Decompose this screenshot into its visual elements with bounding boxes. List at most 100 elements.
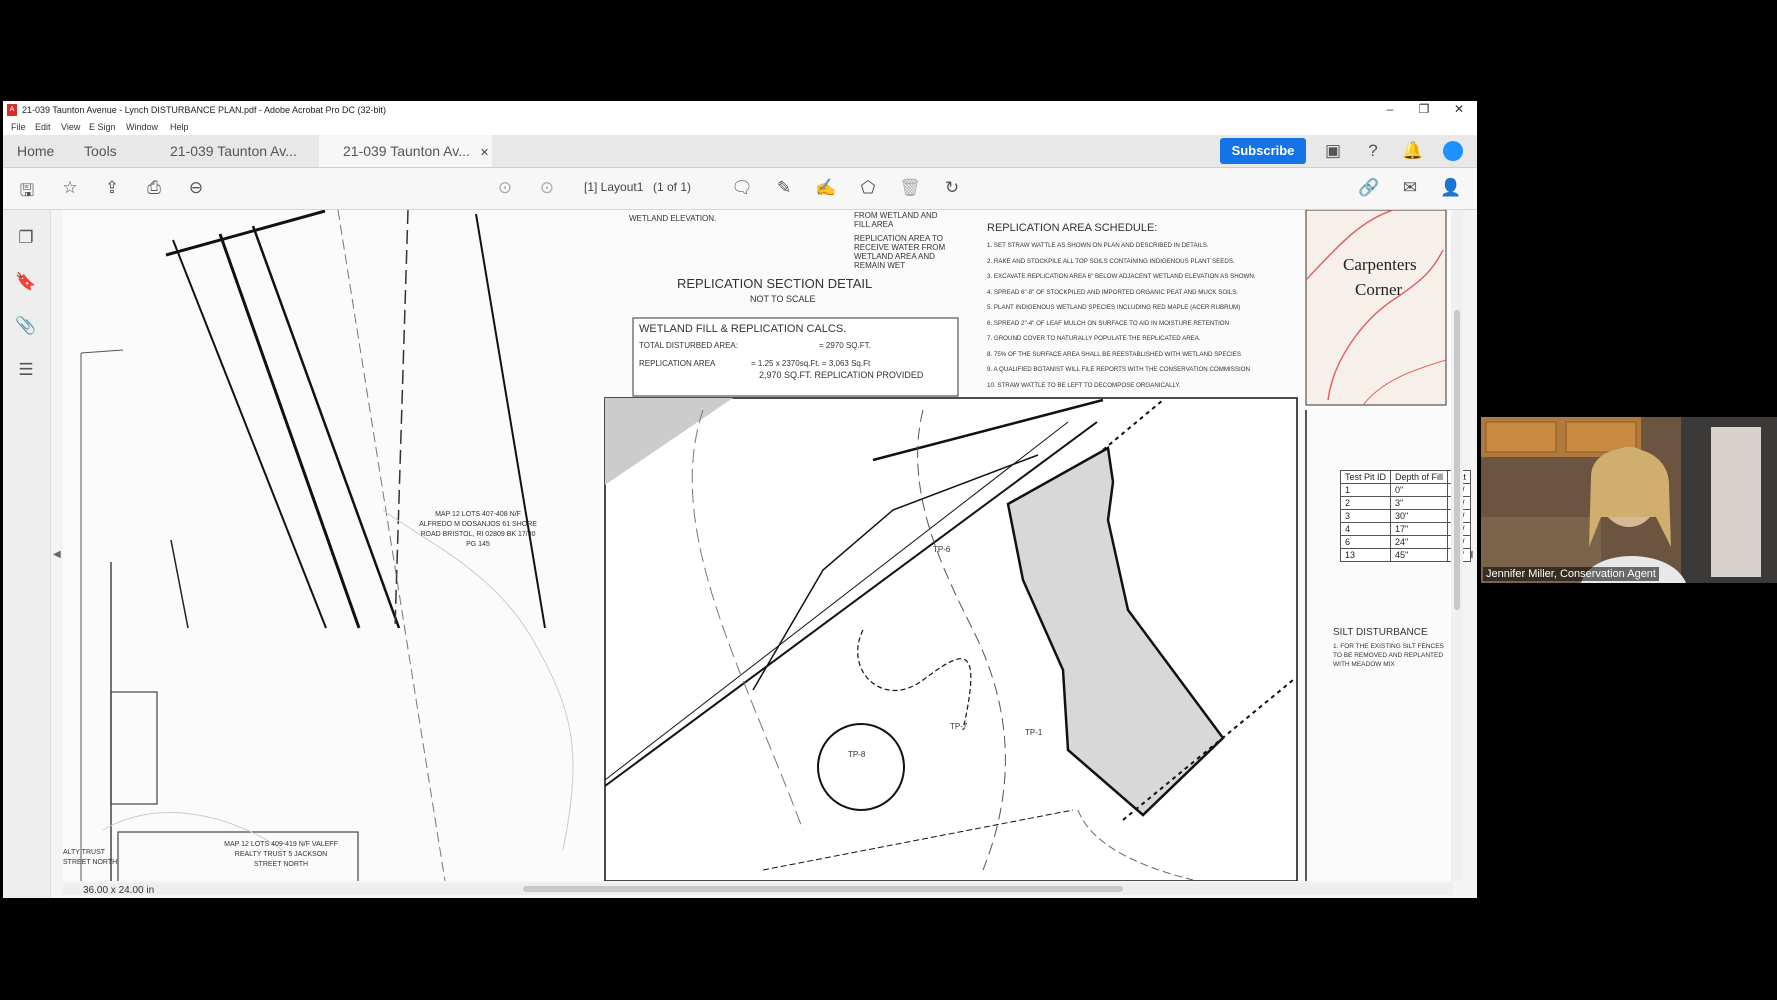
schedule-line: 2. RAKE AND STOCKPILE ALL TOP SOILS CONT… xyxy=(987,257,1235,265)
table-cell: 30" xyxy=(1390,509,1449,523)
window-title: 21-039 Taunton Avenue - Lynch DISTURBANC… xyxy=(22,105,387,115)
plan-note-replication-receive: REPLICATION AREA TO RECEIVE WATER FROM W… xyxy=(854,234,946,270)
schedule-line: 1. SET STRAW WATTLE AS SHOWN ON PLAN AND… xyxy=(987,242,1209,249)
menu-help[interactable]: Help xyxy=(170,122,189,132)
menu-edit[interactable]: Edit xyxy=(35,122,51,132)
test-pit-label: TP-7 xyxy=(950,722,968,731)
vertical-scrollbar[interactable] xyxy=(1451,210,1463,881)
restore-button[interactable]: ❐ xyxy=(1413,102,1435,116)
video-participant-tile[interactable]: Jennifer Miller, Conservation Agent xyxy=(1481,417,1777,583)
upload-cloud-icon[interactable]: ⇪ xyxy=(100,178,124,198)
menu-bar: File Edit View E Sign Window Help xyxy=(3,119,1477,135)
toolbar: 🖫 ☆ ⇪ ⎙ ⊖ ⊙ ⊙ [1] Layout1 (1 of 1) 🗨 ✎ ✍… xyxy=(3,168,1477,210)
table-cell: 45" xyxy=(1390,548,1449,562)
close-tab-icon[interactable]: ✕ xyxy=(480,147,489,159)
page-number-field[interactable]: [1] Layout1 xyxy=(584,180,643,194)
previous-page-icon[interactable]: ⊙ xyxy=(493,178,517,198)
pdf-page-view[interactable]: WETLAND ELEVATION. FROM WETLAND AND FILL… xyxy=(63,210,1453,881)
locus-label-corner: Corner xyxy=(1355,280,1403,299)
zoom-out-icon[interactable]: ⊖ xyxy=(184,178,208,198)
table-cell: 3 xyxy=(1339,509,1392,523)
left-pane-toggle-icon[interactable]: ◀ xyxy=(53,549,61,560)
acrobat-window: A 21-039 Taunton Avenue - Lynch DISTURBA… xyxy=(3,101,1477,898)
map-label-valeff: MAP 12 LOTS 409-419 N/F VALEFF REALTY TR… xyxy=(224,841,338,868)
link-edit-icon[interactable]: 🔗 xyxy=(1357,178,1381,198)
table-cell: 0" xyxy=(1390,483,1449,497)
schedule-line: 9. A QUALIFIED BOTANIST WILL FILE REPORT… xyxy=(987,366,1251,373)
subscribe-button[interactable]: Subscribe xyxy=(1220,138,1306,164)
silt-disturbance-title: SILT DISTURBANCE xyxy=(1333,627,1428,638)
table-cell: 4 xyxy=(1339,522,1392,536)
minimize-button[interactable]: – xyxy=(1379,102,1401,116)
tab-bar: Home Tools 21-039 Taunton Av... 21-039 T… xyxy=(3,135,1477,168)
replication-provided: 2,970 SQ.FT. REPLICATION PROVIDED xyxy=(759,370,924,380)
schedule-line: 10. STRAW WATTLE TO BE LEFT TO DECOMPOSE… xyxy=(987,381,1181,389)
schedule-line: 6. SPREAD 2"-4" OF LEAF MULCH ON SURFACE… xyxy=(987,319,1230,327)
highlight-pen-icon[interactable]: ✎ xyxy=(772,178,796,198)
table-cell: 17" xyxy=(1390,522,1449,536)
schedule-line: 4. SPREAD 6"-8" OF STOCKPILED AND IMPORT… xyxy=(987,288,1239,296)
bookmarks-icon[interactable]: 🔖 xyxy=(14,272,38,292)
replication-area-value: = 1.25 x 2370sq.Ft. = 3,063 Sq.Ft xyxy=(751,359,871,368)
sign-icon[interactable]: ✍ xyxy=(814,178,838,198)
attachments-paperclip-icon[interactable]: 📎 xyxy=(14,316,38,336)
vertical-scroll-thumb[interactable] xyxy=(1454,310,1460,610)
silt-disturbance-text: 1. FOR THE EXISTING SILT FENCES TO BE RE… xyxy=(1333,643,1444,668)
table-header: Test Pit ID xyxy=(1339,470,1392,484)
save-icon[interactable]: 🖫 xyxy=(15,178,39,207)
menu-file[interactable]: File xyxy=(11,122,26,132)
horizontal-scrollbar[interactable] xyxy=(63,883,1453,895)
layers-icon[interactable]: ☰ xyxy=(14,360,38,380)
acrobat-app-icon: A xyxy=(7,104,17,116)
account-avatar[interactable] xyxy=(1443,141,1463,161)
tab-document-2[interactable]: 21-039 Taunton Av... ✕ xyxy=(319,135,492,167)
schedule-line: 5. PLANT INDIGENOUS WETLAND SPECIES INCL… xyxy=(987,304,1241,311)
total-disturbed-label: TOTAL DISTURBED AREA: xyxy=(639,341,738,350)
table-cell: 3" xyxy=(1390,496,1449,510)
total-disturbed-value: = 2970 SQ.FT. xyxy=(819,341,871,350)
tab-document-1[interactable]: 21-039 Taunton Av... xyxy=(170,135,297,167)
table-cell: 6 xyxy=(1339,535,1392,549)
locus-label-carpenters: Carpenters xyxy=(1343,255,1417,274)
table-cell: 24" xyxy=(1390,535,1449,549)
tab-tools[interactable]: Tools xyxy=(84,135,117,167)
email-icon[interactable]: ✉ xyxy=(1398,178,1422,198)
table-header: Depth of Fill xyxy=(1390,470,1449,484)
menu-esign[interactable]: E Sign xyxy=(89,122,116,132)
tab-home[interactable]: Home xyxy=(17,135,54,167)
rotate-icon[interactable]: ↻ xyxy=(940,178,964,198)
horizontal-scroll-thumb[interactable] xyxy=(523,886,1123,892)
calcs-title: WETLAND FILL & REPLICATION CALCS. xyxy=(639,323,847,335)
schedule-line: 7. GROUND COVER TO NATURALLY POPULATE TH… xyxy=(987,335,1201,342)
notifications-bell-icon[interactable]: 🔔 xyxy=(1401,141,1425,161)
bookmark-star-icon[interactable]: ☆ xyxy=(58,178,82,198)
help-icon[interactable]: ? xyxy=(1361,141,1385,161)
table-cell: 2 xyxy=(1339,496,1392,510)
comment-icon[interactable]: 🗨 xyxy=(730,178,754,198)
tab-document-2-label: 21-039 Taunton Av... xyxy=(343,143,470,159)
plan-note-fill-area: FROM WETLAND AND FILL AREA xyxy=(854,211,938,229)
user-share-icon[interactable]: 👤 xyxy=(1439,178,1463,198)
schedule-line: 8. 75% OF THE SURFACE AREA SHALL BE REES… xyxy=(987,350,1241,358)
test-pit-label: TP-6 xyxy=(933,545,951,554)
page-size-readout: 36.00 x 24.00 in xyxy=(83,885,155,896)
test-pit-label: TP-1 xyxy=(1025,728,1043,737)
table-cell: 1 xyxy=(1339,483,1392,497)
menu-window[interactable]: Window xyxy=(126,122,158,132)
participant-name-label: Jennifer Miller, Conservation Agent xyxy=(1483,567,1659,581)
plan-note-wetland-elevation: WETLAND ELEVATION. xyxy=(629,214,717,223)
next-page-icon[interactable]: ⊙ xyxy=(535,178,559,198)
schedule-line: 3. EXCAVATE REPLICATION AREA 6" BELOW AD… xyxy=(987,273,1256,280)
print-icon[interactable]: ⎙ xyxy=(142,178,166,198)
replication-schedule-list: 1. SET STRAW WATTLE AS SHOWN ON PLAN AND… xyxy=(987,238,1303,393)
map-label-realty-trust: ALTY TRUST STREET NORTH xyxy=(63,849,118,866)
close-window-button[interactable]: ✕ xyxy=(1448,102,1470,116)
delete-icon[interactable]: 🗑 xyxy=(898,178,922,198)
table-cell: 13 xyxy=(1339,548,1392,562)
stamp-icon[interactable]: ⬠ xyxy=(856,178,880,198)
menu-view[interactable]: View xyxy=(61,122,80,132)
pages-thumbnail-icon[interactable]: ❐ xyxy=(14,228,38,248)
share-screen-icon[interactable]: ▣ xyxy=(1321,141,1345,161)
replication-area-label: REPLICATION AREA xyxy=(639,359,716,368)
replication-section-title: REPLICATION SECTION DETAIL xyxy=(677,276,873,291)
